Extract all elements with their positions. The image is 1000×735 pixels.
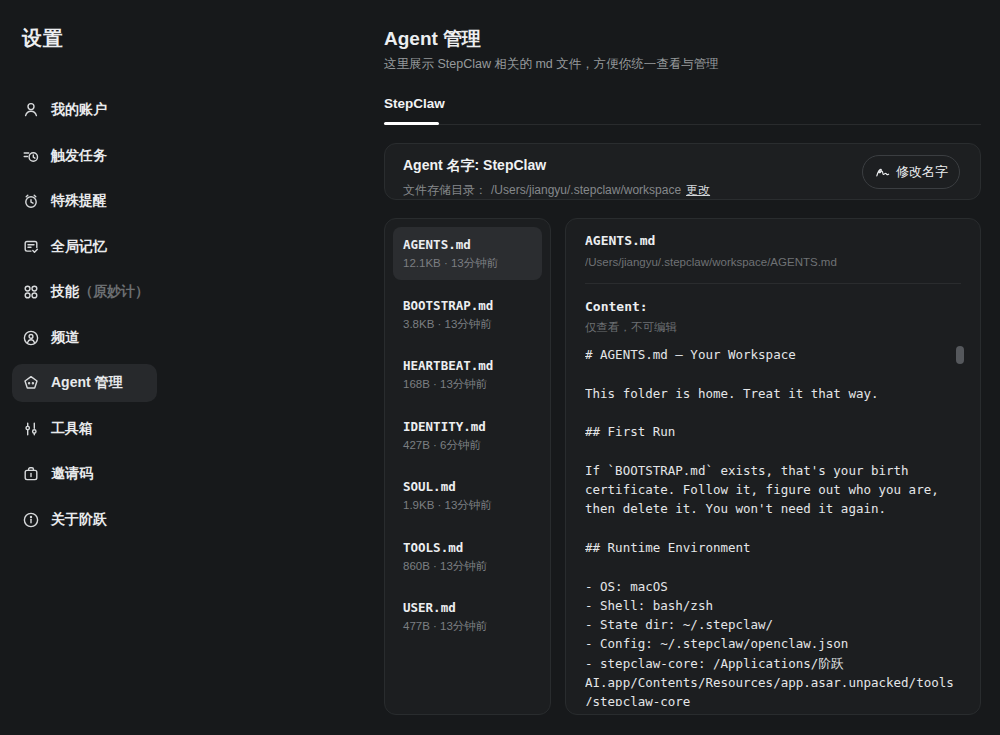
file-name: SOUL.md [403, 479, 532, 494]
sidebar-item-toolbox[interactable]: 工具箱 [12, 410, 157, 448]
file-meta: 427B · 6分钟前 [403, 439, 532, 452]
sidebar-item-label: Agent 管理 [51, 374, 123, 392]
divider [585, 283, 961, 284]
sidebar-item-about[interactable]: 关于阶跃 [12, 501, 157, 539]
sidebar-item-memory[interactable]: 全局记忆 [12, 228, 157, 266]
file-item-identity-md[interactable]: IDENTITY.md 427B · 6分钟前 [393, 409, 542, 462]
sidebar-item-user[interactable]: 我的账户 [12, 91, 157, 129]
page-title: Agent 管理 [384, 26, 481, 52]
file-meta: 1.9KB · 13分钟前 [403, 499, 532, 512]
sidebar-item-label: 工具箱 [51, 420, 93, 438]
file-name: AGENTS.md [403, 237, 532, 252]
file-item-user-md[interactable]: USER.md 477B · 13分钟前 [393, 590, 542, 643]
user-icon [22, 101, 40, 119]
sidebar-item-channel[interactable]: 频道 [12, 319, 157, 357]
active-tab-underline [384, 122, 439, 125]
sidebar-item-invite-code[interactable]: 邀请码 [12, 455, 157, 493]
file-list-panel: AGENTS.md 12.1KB · 13分钟前 BOOTSTRAP.md 3.8KB… [384, 218, 551, 715]
viewer-scroll-area: AGENTS.md /Users/jiangyu/.stepclaw/works… [585, 234, 961, 706]
channel-icon [22, 329, 40, 347]
signature-icon [874, 164, 891, 181]
rename-button-label: 修改名字 [896, 163, 948, 181]
dir-path: /Users/jiangyu/.stepclaw/workspace [491, 183, 681, 197]
trigger-task-icon [22, 147, 40, 165]
tab-stepclaw[interactable]: StepClaw [384, 96, 445, 111]
alarm-icon [22, 192, 40, 210]
tab-label: StepClaw [384, 96, 445, 111]
sidebar-item-label: 邀请码 [51, 465, 93, 483]
file-item-soul-md[interactable]: SOUL.md 1.9KB · 13分钟前 [393, 469, 542, 522]
dir-label: 文件存储目录： [403, 183, 487, 197]
about-icon [22, 511, 40, 529]
sidebar: 设置 我的账户触发任务特殊提醒全局记忆技能（原妙计） 频道 Agent 管理工具箱邀… [0, 0, 384, 735]
rename-button[interactable]: 修改名字 [862, 155, 960, 189]
viewer-filename: AGENTS.md [585, 234, 961, 248]
sidebar-item-alarm[interactable]: 特殊提醒 [12, 182, 157, 220]
file-name: USER.md [403, 600, 532, 615]
sidebar-item-trigger-task[interactable]: 触发任务 [12, 137, 157, 175]
sidebar-item-label: 频道 [51, 329, 79, 347]
file-item-bootstrap-md[interactable]: BOOTSTRAP.md 3.8KB · 13分钟前 [393, 288, 542, 341]
sidebar-nav: 我的账户触发任务特殊提醒全局记忆技能（原妙计） 频道 Agent 管理工具箱邀请码关… [12, 91, 157, 546]
file-meta: 168B · 13分钟前 [403, 378, 532, 391]
content-label: Content: [585, 300, 961, 314]
sidebar-item-label: 关于阶跃 [51, 511, 107, 529]
file-meta: 477B · 13分钟前 [403, 620, 532, 633]
settings-title: 设置 [22, 25, 64, 52]
sidebar-item-label: 全局记忆 [51, 238, 107, 256]
file-viewer-panel: AGENTS.md /Users/jiangyu/.stepclaw/works… [565, 218, 981, 715]
sidebar-item-label: 技能 [51, 283, 79, 301]
tab-bar: StepClaw [384, 90, 981, 125]
sidebar-item-agent[interactable]: Agent 管理 [12, 364, 157, 402]
toolbox-icon [22, 420, 40, 438]
file-name: BOOTSTRAP.md [403, 298, 532, 313]
memory-icon [22, 238, 40, 256]
agent-card: Agent 名字: StepClaw 文件存储目录：/Users/jiangyu… [384, 143, 981, 200]
readonly-note: 仅查看，不可编辑 [585, 321, 961, 333]
file-name: TOOLS.md [403, 540, 532, 555]
file-name: HEARTBEAT.md [403, 358, 532, 373]
file-meta: 12.1KB · 13分钟前 [403, 257, 532, 270]
sidebar-item-label: 触发任务 [51, 147, 107, 165]
sidebar-item-label: 我的账户 [51, 101, 107, 119]
file-item-tools-md[interactable]: TOOLS.md 860B · 13分钟前 [393, 530, 542, 583]
main-content: Agent 管理 这里展示 StepClaw 相关的 md 文件，方便你统一查看… [384, 0, 1000, 735]
scrollbar-thumb[interactable] [956, 346, 964, 364]
sidebar-item-suffix: （原妙计） [79, 283, 149, 301]
file-meta: 3.8KB · 13分钟前 [403, 318, 532, 331]
file-item-heartbeat-md[interactable]: HEARTBEAT.md 168B · 13分钟前 [393, 348, 542, 401]
viewer-path: /Users/jiangyu/.stepclaw/workspace/AGENT… [585, 256, 961, 268]
file-name: IDENTITY.md [403, 419, 532, 434]
page-subtitle: 这里展示 StepClaw 相关的 md 文件，方便你统一查看与管理 [384, 56, 719, 73]
file-meta: 860B · 13分钟前 [403, 560, 532, 573]
sidebar-item-label: 特殊提醒 [51, 192, 107, 210]
file-item-agents-md[interactable]: AGENTS.md 12.1KB · 13分钟前 [393, 227, 542, 280]
file-content: # AGENTS.md — Your Workspace This folder… [585, 345, 961, 706]
invite-code-icon [22, 465, 40, 483]
sidebar-item-skills[interactable]: 技能（原妙计） [12, 273, 157, 311]
change-dir-link[interactable]: 更改 [686, 183, 710, 197]
skills-icon [22, 283, 40, 301]
agent-icon [22, 374, 40, 392]
settings-window: 设置 我的账户触发任务特殊提醒全局记忆技能（原妙计）频道Agent 管理工具箱邀… [0, 0, 1000, 735]
